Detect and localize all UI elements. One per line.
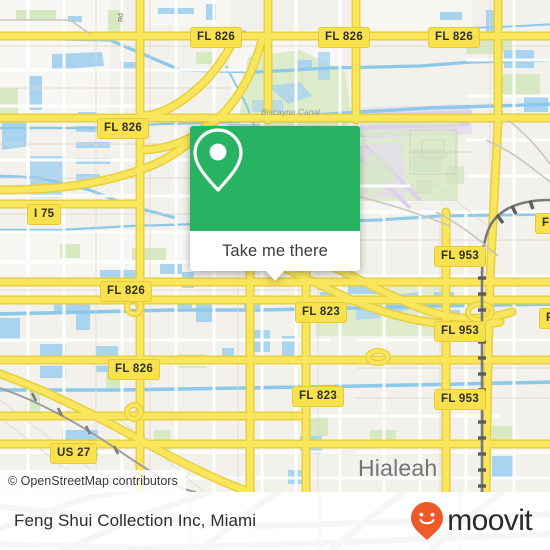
moovit-pin-smiley-icon: [411, 502, 444, 540]
road-shield[interactable]: FL 953: [434, 321, 487, 342]
road-shield[interactable]: FL 826: [428, 27, 481, 48]
take-me-there-callout[interactable]: Take me there: [190, 126, 360, 281]
road-shield[interactable]: FL 953: [434, 246, 487, 267]
water-label-biscayne-canal: Biscayne Canal: [261, 107, 321, 117]
road-shield[interactable]: US 27: [50, 443, 98, 464]
osm-attribution[interactable]: © OpenStreetMap contributors: [0, 470, 186, 492]
callout-action-bar[interactable]: Take me there: [190, 231, 360, 281]
road-shield[interactable]: FL 826: [318, 27, 371, 48]
callout-action-label: Take me there: [222, 241, 328, 260]
callout-header: [190, 126, 360, 231]
road-shield[interactable]: FL 953: [434, 389, 487, 410]
road-shield[interactable]: FL 826: [97, 118, 150, 139]
road-shield[interactable]: FL 826: [108, 359, 161, 380]
city-label-hialeah: Hialeah: [358, 455, 438, 481]
road-shield[interactable]: FL 823: [292, 386, 345, 407]
moovit-brand[interactable]: moovit: [410, 501, 533, 541]
callout-tail: [266, 271, 284, 281]
moovit-wordmark: moovit: [447, 504, 532, 537]
map-canvas[interactable]: FL 826 FL 826 FL 826 FL 826 I 75 FL 953 …: [0, 0, 550, 492]
road-shield[interactable]: I 75: [27, 204, 62, 225]
road-shield-clipped[interactable]: FL: [539, 308, 550, 329]
map-screenshot-root: FL 826 FL 826 FL 826 FL 826 I 75 FL 953 …: [0, 0, 550, 550]
page-footer: Feng Shui Collection Inc, Miami moovit: [0, 492, 550, 550]
map-pin-icon: [193, 128, 243, 192]
road-shield-clipped[interactable]: FL: [535, 213, 550, 234]
road-shield[interactable]: FL 826: [190, 27, 243, 48]
street-label-vertical: Rd: [118, 13, 125, 22]
road-shield[interactable]: FL 826: [100, 281, 153, 302]
location-title: Feng Shui Collection Inc, Miami: [14, 511, 257, 530]
road-shield[interactable]: FL 823: [295, 302, 348, 323]
